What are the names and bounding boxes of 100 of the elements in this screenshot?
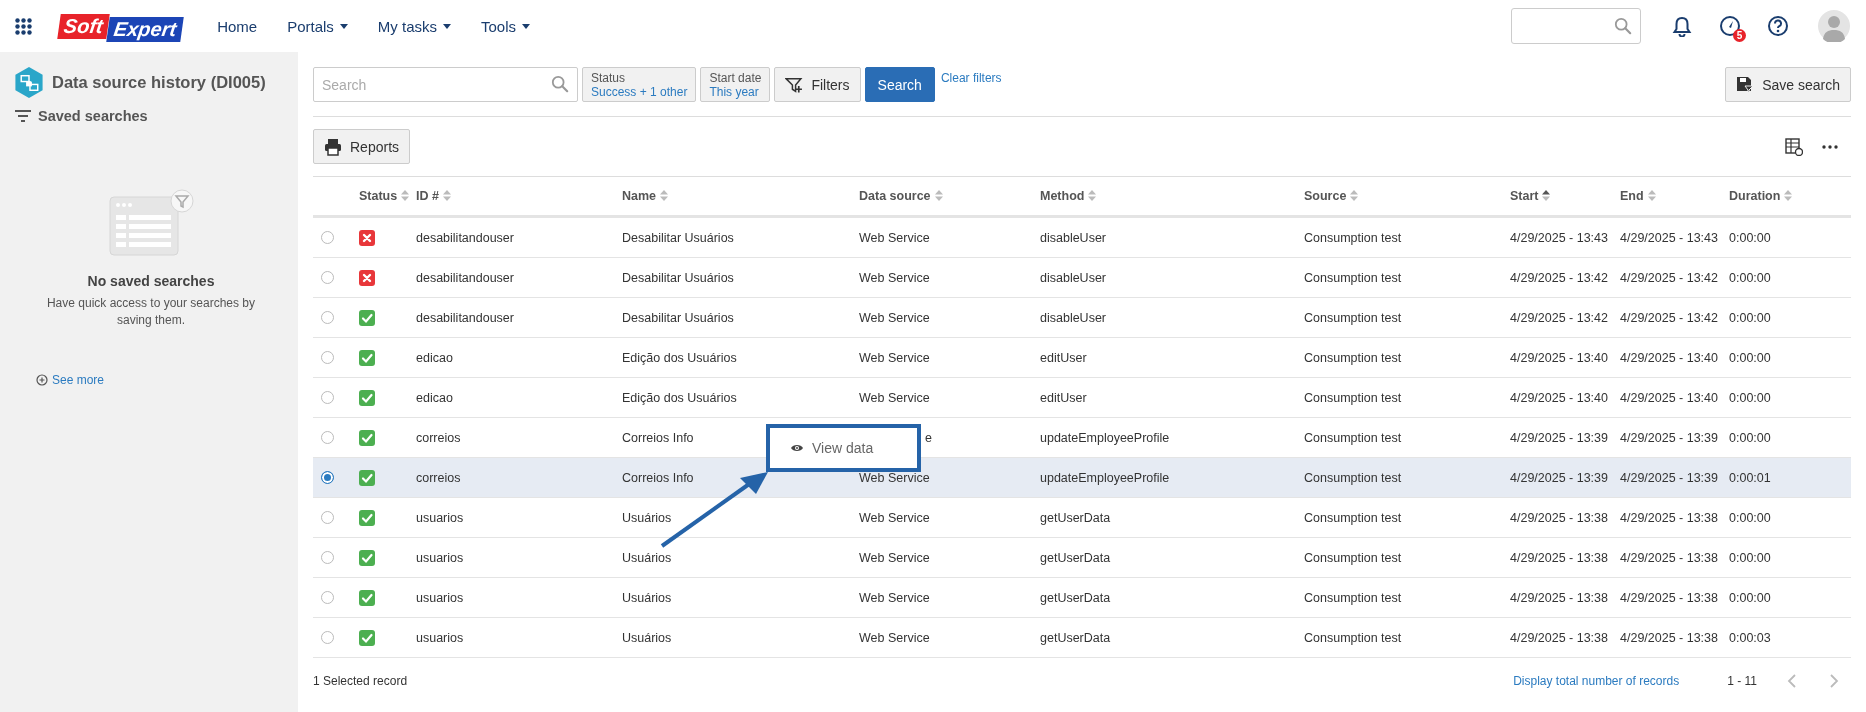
table-cell: disableUser	[1034, 297, 1298, 338]
table-cell: 4/29/2025 - 13:40	[1614, 377, 1723, 418]
column-header[interactable]: Method	[1034, 177, 1298, 217]
table-cell: Desabilitar Usuários	[616, 216, 853, 258]
search-field[interactable]: Search	[313, 67, 578, 102]
filter-plus-icon	[785, 75, 804, 94]
row-radio-button[interactable]	[321, 551, 334, 564]
save-search-button[interactable]: Save search	[1725, 67, 1851, 102]
table-cell: 0:00:00	[1723, 377, 1851, 418]
table-cell: Web Service	[853, 337, 1034, 378]
table-cell: Edição dos Usuários	[616, 337, 853, 378]
user-avatar[interactable]	[1818, 10, 1850, 42]
table-cell: Web Service	[853, 297, 1034, 338]
column-header[interactable]: Source	[1298, 177, 1504, 217]
plus-icon	[36, 374, 48, 386]
row-radio-button[interactable]	[321, 431, 334, 444]
empty-state-text: Have quick access to your searches by saving them.	[45, 295, 257, 329]
table-settings-icon[interactable]	[1785, 137, 1803, 156]
table-cell: getUserData	[1034, 497, 1298, 538]
table-cell: usuarios	[410, 617, 616, 658]
row-radio-button[interactable]	[321, 511, 334, 524]
table-cell: Edição dos Usuários	[616, 377, 853, 418]
next-page-icon[interactable]	[1827, 673, 1841, 689]
column-header[interactable]: Data source	[853, 177, 1034, 217]
table-cell: disableUser	[1034, 216, 1298, 258]
filter-chip[interactable]: Status Success + 1 other	[582, 67, 697, 102]
row-radio-button[interactable]	[321, 591, 334, 604]
filter-chip[interactable]: Start date This year	[700, 67, 771, 102]
apps-menu-icon[interactable]	[15, 17, 32, 35]
page-title: Data source history (DI005)	[52, 73, 266, 92]
sort-icon[interactable]	[1542, 190, 1551, 201]
table-cell: Consumption test	[1298, 617, 1504, 658]
table-cell: Web Service	[853, 216, 1034, 258]
table-cell: Consumption test	[1298, 417, 1504, 458]
row-radio-button[interactable]	[321, 471, 334, 484]
table-cell: desabilitandouser	[410, 257, 616, 298]
total-records-link[interactable]: Display total number of records	[1513, 674, 1680, 688]
nav-menu-item[interactable]: Tools	[466, 17, 546, 35]
row-radio-button[interactable]	[321, 631, 334, 644]
table-cell: Consumption test	[1298, 337, 1504, 378]
reports-button[interactable]: Reports	[313, 129, 411, 164]
column-header[interactable]: ID #	[410, 177, 616, 217]
table-cell: Consumption test	[1298, 377, 1504, 418]
table-cell: 4/29/2025 - 13:38	[1504, 617, 1614, 658]
table-cell: 4/29/2025 - 13:38	[1614, 577, 1723, 618]
table-cell: edicao	[410, 377, 616, 418]
row-radio-button[interactable]	[321, 391, 334, 404]
table-cell: desabilitandouser	[410, 297, 616, 338]
table-cell: Web Service	[853, 577, 1034, 618]
table-cell: getUserData	[1034, 537, 1298, 578]
eye-icon	[790, 442, 804, 454]
table-cell: 0:00:01	[1723, 457, 1851, 498]
table-cell: 4/29/2025 - 13:39	[1504, 417, 1614, 458]
table-cell: editUser	[1034, 337, 1298, 378]
nav-menu-item[interactable]: My tasks	[362, 17, 467, 35]
page-range: 1 - 11	[1727, 674, 1757, 688]
table-cell: 4/29/2025 - 13:43	[1504, 216, 1614, 258]
row-radio-button[interactable]	[321, 311, 334, 324]
nav-menu-item[interactable]: Portals	[272, 17, 363, 35]
column-header[interactable]: Name	[616, 177, 853, 217]
column-header[interactable]: Start	[1504, 177, 1614, 217]
nav-menu-item[interactable]: Home	[202, 17, 273, 35]
table-cell: editUser	[1034, 377, 1298, 418]
filter-list-icon	[14, 107, 32, 125]
filters-button[interactable]: Filters	[774, 67, 861, 102]
column-header[interactable]: Status	[353, 177, 410, 217]
table-cell: 4/29/2025 - 13:38	[1614, 617, 1723, 658]
search-icon	[1614, 17, 1632, 35]
row-radio-button[interactable]	[321, 271, 334, 284]
printer-icon	[324, 137, 342, 156]
table-cell: correios	[410, 457, 616, 498]
table-cell: Desabilitar Usuários	[616, 297, 853, 338]
clear-filters-link[interactable]: Clear filters	[940, 71, 1002, 85]
table-cell: Consumption test	[1298, 457, 1504, 498]
table-cell: Consumption test	[1298, 497, 1504, 538]
table-cell: disableUser	[1034, 257, 1298, 298]
table-cell: 0:00:00	[1723, 417, 1851, 458]
table-cell: 0:00:00	[1723, 537, 1851, 578]
gauge-icon[interactable]	[1719, 15, 1741, 37]
table-cell: 0:00:00	[1723, 297, 1851, 338]
table-cell: 4/29/2025 - 13:39	[1504, 457, 1614, 498]
previous-page-icon[interactable]	[1785, 673, 1799, 689]
table-cell: 4/29/2025 - 13:42	[1614, 297, 1723, 338]
see-more-link[interactable]: See more	[36, 373, 105, 387]
table-cell: Web Service	[853, 377, 1034, 418]
search-field[interactable]	[1511, 8, 1641, 44]
table-cell: updateEmployeeProfile	[1034, 457, 1298, 498]
row-radio-button[interactable]	[321, 231, 334, 244]
table-cell: 0:00:00	[1723, 257, 1851, 298]
column-header[interactable]: Duration	[1723, 177, 1851, 217]
help-icon[interactable]	[1767, 15, 1789, 37]
row-radio-button[interactable]	[321, 351, 334, 364]
table-cell: Desabilitar Usuários	[616, 257, 853, 298]
search-button[interactable]: Search	[864, 67, 935, 102]
table-cell: 4/29/2025 - 13:38	[1504, 577, 1614, 618]
column-header[interactable]: End	[1614, 177, 1723, 217]
table-cell: 4/29/2025 - 13:40	[1504, 337, 1614, 378]
notification-bell-icon[interactable]	[1671, 15, 1693, 37]
table-cell: 4/29/2025 - 13:42	[1504, 297, 1614, 338]
notification-badge: 5	[1733, 29, 1746, 42]
